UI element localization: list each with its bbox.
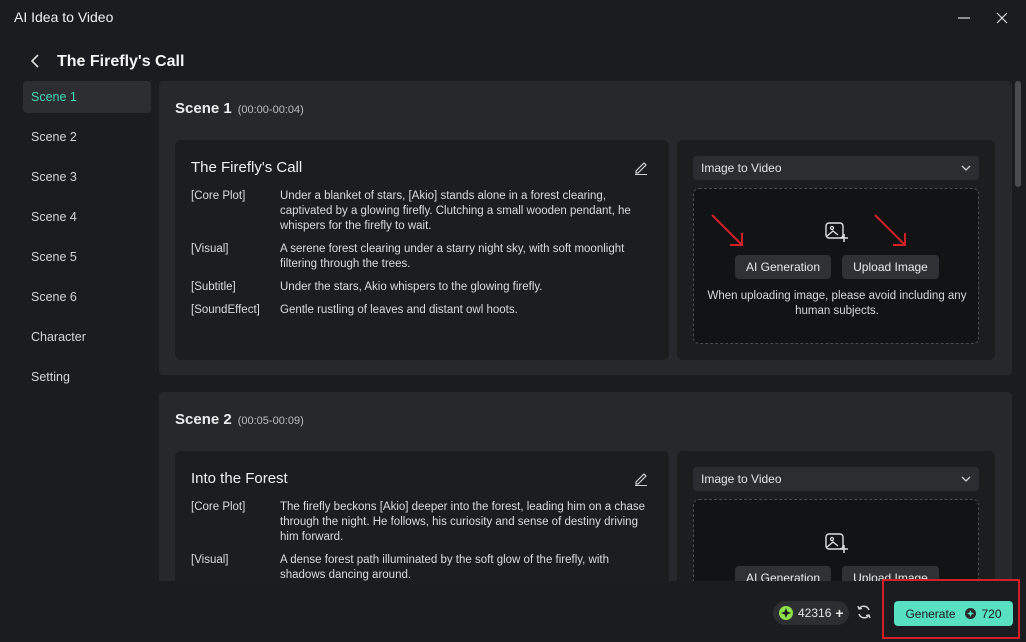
upload-dropzone[interactable]: AI Generation Upload Image When uploadin… [693, 188, 979, 344]
detail-key: [Core Plot] [191, 501, 246, 513]
media-card: Image to Video AI Generation Upload Imag… [677, 451, 995, 581]
minimize-button[interactable] [952, 6, 976, 30]
detail-key: [Visual] [191, 554, 229, 566]
mode-select-value: Image to Video [701, 472, 782, 486]
scene-script-card: Into the Forest [Core Plot] The firefly b… [175, 451, 669, 581]
sidebar-item-scene-2[interactable]: Scene 2 [23, 121, 151, 153]
detail-key: [SoundEffect] [191, 304, 260, 316]
scrollbar-thumb[interactable] [1015, 81, 1021, 187]
scene-heading: Scene 2 (00:05-00:09) [175, 411, 304, 428]
detail-row: [Subtitle] Under the stars, Akio whispers… [191, 280, 653, 295]
chevron-down-icon [961, 156, 971, 180]
upload-hint: When uploading image, please avoid inclu… [707, 290, 967, 317]
plus-icon: + [835, 605, 844, 621]
ai-generation-button[interactable]: AI Generation [735, 255, 831, 279]
mode-select[interactable]: Image to Video [693, 467, 979, 491]
mode-select-value: Image to Video [701, 161, 782, 175]
detail-key: [Core Plot] [191, 190, 246, 202]
back-arrow-icon [30, 54, 39, 68]
coin-icon [779, 606, 793, 620]
detail-row: [SoundEffect] Gentle rustling of leaves a… [191, 303, 653, 318]
sidebar: Scene 1 Scene 2 Scene 3 Scene 4 Scene 5 … [23, 81, 151, 401]
detail-key: [Subtitle] [191, 281, 236, 293]
generate-cost: 720 [981, 606, 1002, 621]
minimize-icon [958, 17, 970, 19]
edit-icon[interactable] [633, 470, 649, 486]
detail-value: Under the stars, Akio whispers to the gl… [280, 281, 543, 293]
detail-row: [Visual] A serene forest clearing under a… [191, 242, 653, 272]
sidebar-item-setting[interactable]: Setting [23, 361, 151, 393]
scene-panel: Scene 1 (00:00-00:04) The Firefly's Call … [159, 81, 1012, 375]
scene-title: Into the Forest [191, 470, 288, 487]
scene-heading-label: Scene 1 [175, 100, 232, 117]
upload-dropzone[interactable]: AI Generation Upload Image [693, 499, 979, 581]
detail-row: [Core Plot] Under a blanket of stars, [Ak… [191, 189, 653, 234]
detail-row: [Visual] A dense forest path illuminated … [191, 553, 653, 581]
sidebar-item-scene-3[interactable]: Scene 3 [23, 161, 151, 193]
detail-value: Under a blanket of stars, [Akio] stands … [280, 190, 631, 232]
upload-image-button[interactable]: Upload Image [842, 255, 939, 279]
close-icon [996, 12, 1008, 24]
generate-label: Generate [905, 606, 956, 621]
detail-value: Gentle rustling of leaves and distant ow… [280, 304, 518, 316]
media-card: Image to Video AI Generation Upload Imag… [677, 140, 995, 360]
ai-generation-button[interactable]: AI Generation [735, 566, 831, 581]
detail-key: [Visual] [191, 243, 229, 255]
credits-balance[interactable]: 42316 + [773, 601, 849, 625]
close-button[interactable] [990, 6, 1014, 30]
edit-icon[interactable] [633, 159, 649, 175]
sidebar-item-scene-1[interactable]: Scene 1 [23, 81, 151, 113]
image-add-icon [825, 222, 848, 242]
chevron-down-icon [961, 467, 971, 491]
scene-script-card: The Firefly's Call [Core Plot] Under a bl… [175, 140, 669, 360]
detail-row: [Core Plot] The firefly beckons [Akio] de… [191, 500, 653, 545]
refresh-icon[interactable] [856, 604, 872, 620]
scene-details: [Core Plot] Under a blanket of stars, [Ak… [191, 189, 653, 326]
credit-icon [964, 608, 976, 619]
credits-value: 42316 [798, 606, 832, 620]
scene-panel: Scene 2 (00:05-00:09) Into the Forest [Co… [159, 392, 1012, 581]
sidebar-item-scene-5[interactable]: Scene 5 [23, 241, 151, 273]
app-title: AI Idea to Video [14, 9, 114, 25]
detail-value: A serene forest clearing under a starry … [280, 243, 625, 270]
annotation-arrow-icon [874, 214, 906, 246]
sidebar-item-scene-4[interactable]: Scene 4 [23, 201, 151, 233]
footer-bar [0, 581, 1026, 642]
scene-details: [Core Plot] The firefly beckons [Akio] de… [191, 500, 653, 581]
annotation-arrow-icon [711, 214, 743, 246]
sidebar-item-character[interactable]: Character [23, 321, 151, 353]
title-bar: AI Idea to Video [0, 0, 1026, 36]
scene-title: The Firefly's Call [191, 159, 303, 176]
page-title: The Firefly's Call [57, 53, 185, 70]
back-button[interactable] [26, 52, 44, 70]
scene-time: (00:05-00:09) [237, 415, 304, 427]
scene-list: Scene 1 (00:00-00:04) The Firefly's Call … [159, 81, 1012, 581]
scene-heading-label: Scene 2 [175, 411, 232, 428]
mode-select[interactable]: Image to Video [693, 156, 979, 180]
sidebar-item-scene-6[interactable]: Scene 6 [23, 281, 151, 313]
scene-heading: Scene 1 (00:00-00:04) [175, 100, 304, 117]
detail-value: The firefly beckons [Akio] deeper into t… [280, 501, 646, 543]
image-add-icon [825, 533, 848, 553]
detail-value: A dense forest path illuminated by the s… [280, 554, 609, 581]
generate-button[interactable]: Generate 720 [894, 601, 1013, 626]
scene-time: (00:00-00:04) [237, 104, 304, 116]
